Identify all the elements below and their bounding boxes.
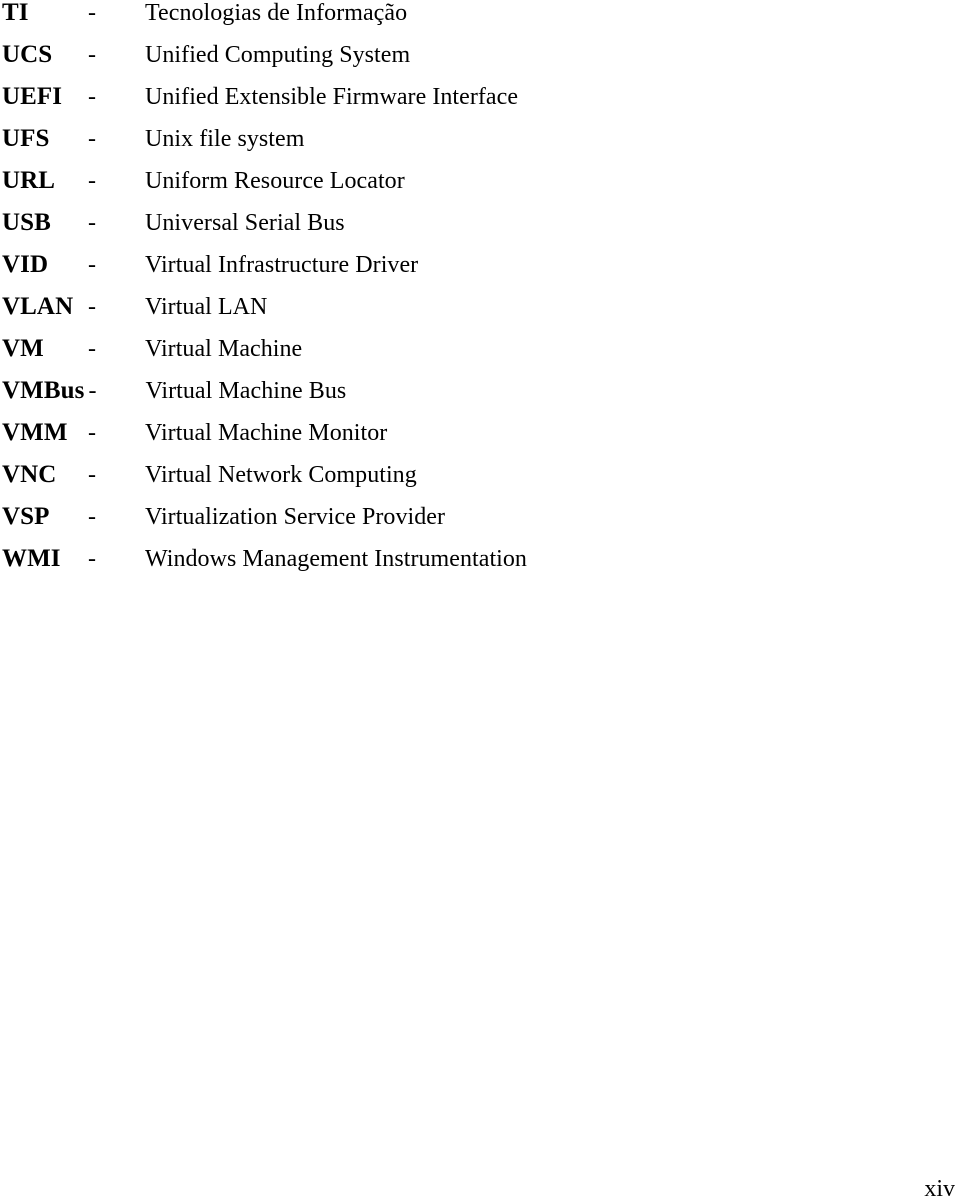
abbreviation-term: VSP (2, 503, 50, 530)
abbreviation-term: VNC (2, 461, 57, 488)
abbreviation-definition: Tecnologias de Informação (145, 0, 408, 26)
abbreviation-row: VLAN - Virtual LAN (2, 286, 932, 328)
abbreviation-term: TI (2, 0, 29, 26)
abbreviation-term: URL (2, 167, 56, 194)
abbreviation-term: VLAN (2, 293, 74, 320)
page-number: xiv (924, 1176, 955, 1202)
abbreviation-row: UCS - Unified Computing System (2, 34, 932, 76)
abbreviation-definition: Unified Extensible Firmware Interface (145, 84, 519, 110)
abbreviation-separator: - (88, 42, 96, 68)
abbreviation-definition: Windows Management Instrumentation (145, 546, 527, 572)
abbreviation-definition: Universal Serial Bus (145, 210, 345, 236)
abbreviation-definition: Virtual Machine Bus (145, 378, 347, 404)
abbreviation-term: VMM (2, 419, 68, 446)
abbreviation-row: VMBus - Virtual Machine Bus (2, 370, 932, 412)
abbreviation-definition: Virtual LAN (145, 294, 268, 320)
abbreviation-separator: - (88, 252, 96, 278)
abbreviation-term: VMBus (2, 377, 85, 404)
abbreviation-row: VID - Virtual Infrastructure Driver (2, 244, 932, 286)
abbreviation-separator: - (88, 504, 96, 530)
abbreviation-row: VMM - Virtual Machine Monitor (2, 412, 932, 454)
abbreviation-definition: Virtualization Service Provider (145, 504, 446, 530)
abbreviation-separator: - (88, 462, 96, 488)
abbreviation-definition: Unified Computing System (145, 42, 411, 68)
abbreviation-separator: - (88, 0, 96, 26)
abbreviation-term: UCS (2, 41, 53, 68)
abbreviation-term: VM (2, 335, 44, 362)
abbreviation-separator: - (88, 546, 96, 572)
abbreviation-definition: Unix file system (145, 126, 305, 152)
abbreviation-row: URL - Uniform Resource Locator (2, 160, 932, 202)
abbreviation-row: VM - Virtual Machine (2, 328, 932, 370)
abbreviation-separator: - (88, 168, 96, 194)
abbreviation-term: VID (2, 251, 49, 278)
abbreviation-separator: - (88, 378, 97, 404)
abbreviation-row: VSP - Virtualization Service Provider (2, 496, 932, 538)
abbreviation-separator: - (88, 126, 96, 152)
abbreviation-definition: Uniform Resource Locator (145, 168, 405, 194)
abbreviation-definition: Virtual Infrastructure Driver (145, 252, 419, 278)
abbreviation-separator: - (88, 294, 96, 320)
abbreviation-row: WMI - Windows Management Instrumentation (2, 538, 932, 580)
abbreviation-term: UFS (2, 125, 50, 152)
abbreviation-definition: Virtual Machine Monitor (145, 420, 388, 446)
abbreviation-definition: Virtual Machine (145, 336, 303, 362)
abbreviation-definition: Virtual Network Computing (145, 462, 417, 488)
abbreviation-row: UEFI - Unified Extensible Firmware Inter… (2, 76, 932, 118)
abbreviation-term: UEFI (2, 83, 63, 110)
abbreviation-separator: - (88, 84, 96, 110)
abbreviation-term: USB (2, 209, 51, 236)
abbreviation-row: USB - Universal Serial Bus (2, 202, 932, 244)
document-page: TI - Tecnologias de Informação UCS - Uni… (0, 0, 960, 1203)
abbreviation-term: WMI (2, 545, 61, 572)
abbreviation-list: TI - Tecnologias de Informação UCS - Uni… (2, 0, 932, 580)
abbreviation-row: VNC - Virtual Network Computing (2, 454, 932, 496)
abbreviation-row: TI - Tecnologias de Informação (2, 0, 932, 34)
abbreviation-separator: - (88, 336, 96, 362)
abbreviation-row: UFS - Unix file system (2, 118, 932, 160)
abbreviation-separator: - (88, 210, 96, 236)
abbreviation-separator: - (88, 420, 96, 446)
